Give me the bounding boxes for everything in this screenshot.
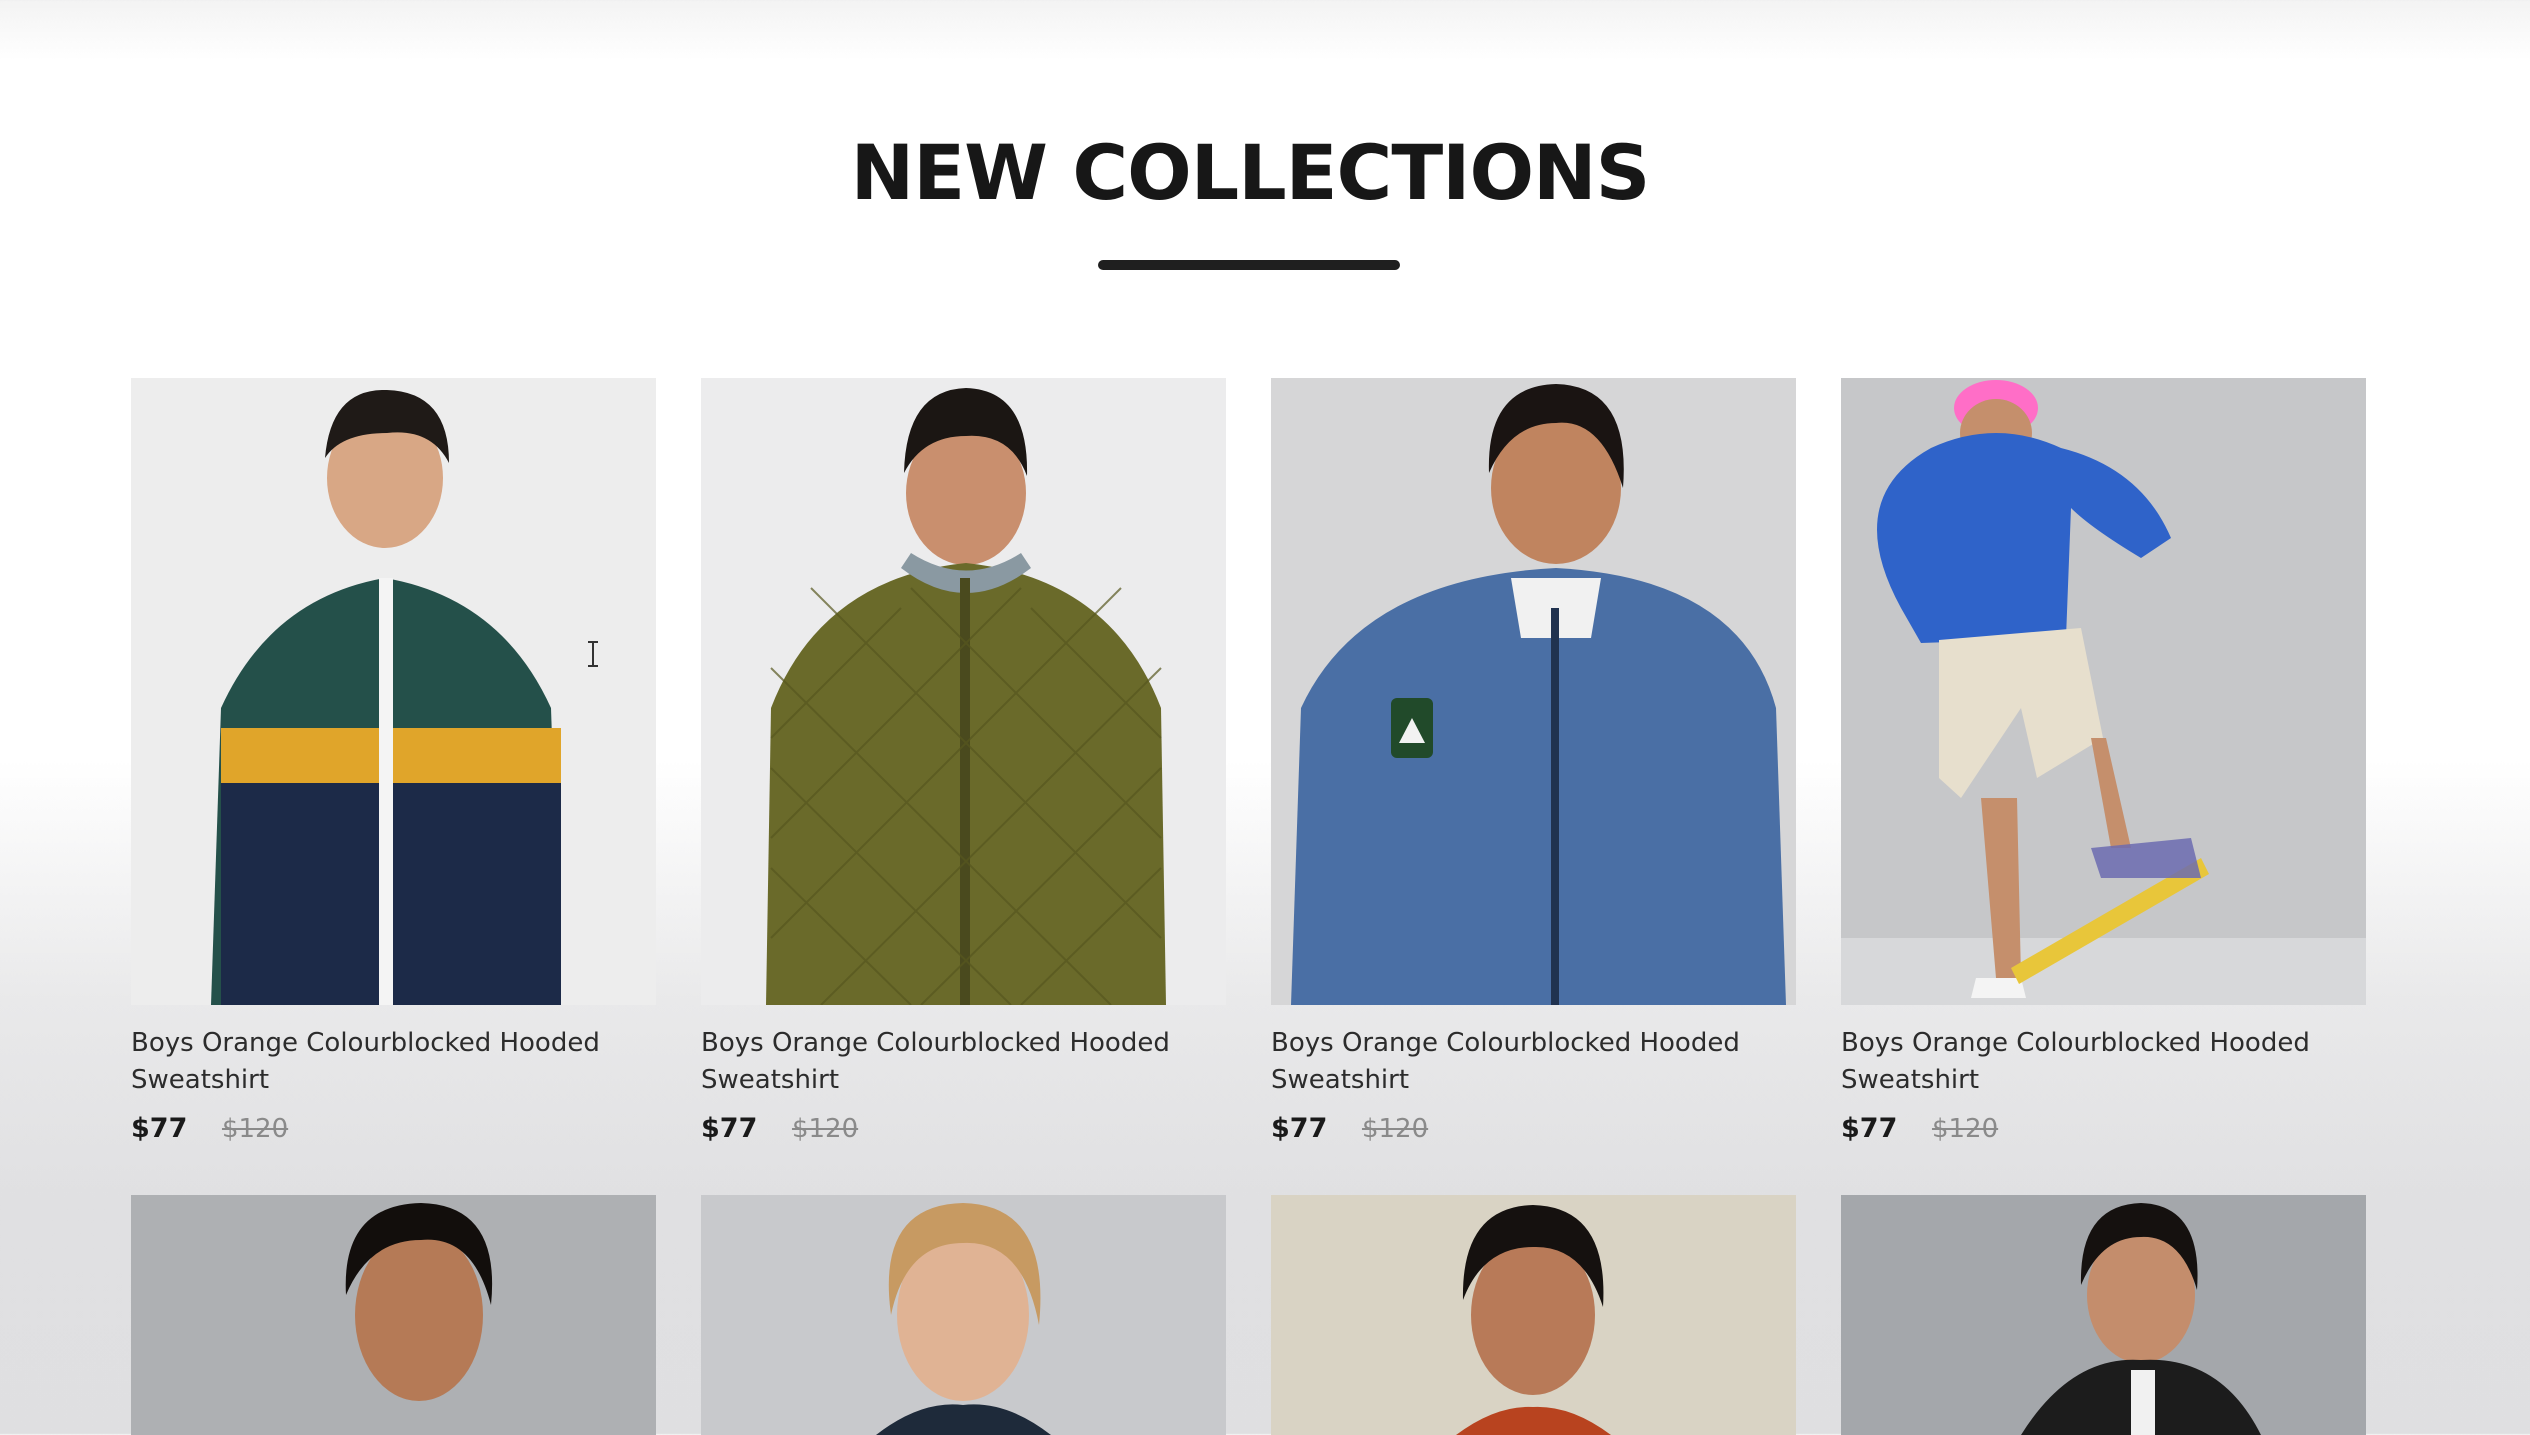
product-name[interactable]: Boys Orange Colourblocked Hooded Sweatsh… [1271, 1025, 1751, 1099]
product-name[interactable]: Boys Orange Colourblocked Hooded Sweatsh… [1841, 1025, 2321, 1099]
product-card[interactable]: Boys Orange Colourblocked Hooded Sweatsh… [701, 378, 1226, 1147]
product-image[interactable] [701, 378, 1226, 1005]
product-image[interactable] [701, 1195, 1226, 1435]
price-original: $120 [1931, 1114, 1999, 1144]
price-current: $77 [1271, 1113, 1328, 1144]
text-cursor-icon [588, 641, 598, 667]
product-card[interactable]: Boys Orange Colourblocked Hooded Sweatsh… [1841, 378, 2366, 1147]
product-name[interactable]: Boys Orange Colourblocked Hooded Sweatsh… [701, 1025, 1181, 1099]
price-original: $120 [221, 1114, 289, 1144]
product-card[interactable] [131, 1195, 656, 1435]
price-original: $120 [791, 1114, 859, 1144]
price-row: $77 $120 [1271, 1111, 1796, 1147]
price-current: $77 [1841, 1113, 1898, 1144]
product-card[interactable] [1841, 1195, 2366, 1435]
price-row: $77 $120 [701, 1111, 1226, 1147]
product-image[interactable] [131, 378, 656, 1005]
product-name[interactable]: Boys Orange Colourblocked Hooded Sweatsh… [131, 1025, 611, 1099]
product-card[interactable]: Boys Orange Colourblocked Hooded Sweatsh… [131, 378, 656, 1147]
product-image[interactable] [1841, 378, 2366, 1005]
product-grid: Boys Orange Colourblocked Hooded Sweatsh… [131, 378, 2367, 1435]
product-image[interactable] [1271, 1195, 1796, 1435]
product-card[interactable]: Boys Orange Colourblocked Hooded Sweatsh… [1271, 378, 1796, 1147]
product-card[interactable] [1271, 1195, 1796, 1435]
product-image[interactable] [131, 1195, 656, 1435]
price-row: $77 $120 [1841, 1111, 2366, 1147]
product-card[interactable] [701, 1195, 1226, 1435]
title-underline [1098, 260, 1400, 270]
section-title: NEW COLLECTIONS [850, 128, 1651, 217]
price-original: $120 [1361, 1114, 1429, 1144]
price-current: $77 [701, 1113, 758, 1144]
product-image[interactable] [1271, 378, 1796, 1005]
price-row: $77 $120 [131, 1111, 656, 1147]
product-image[interactable] [1841, 1195, 2366, 1435]
price-current: $77 [131, 1113, 188, 1144]
